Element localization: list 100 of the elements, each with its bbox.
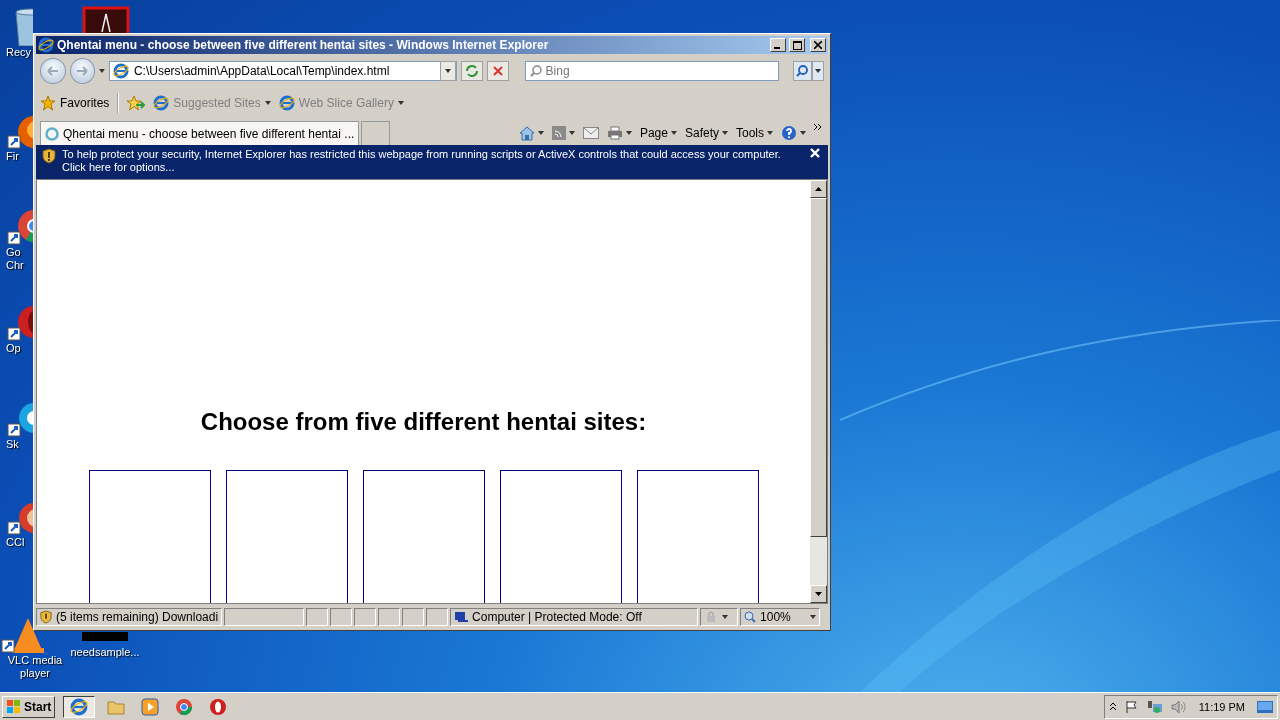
- scrollbar[interactable]: [810, 180, 827, 603]
- page-icon: [278, 95, 295, 111]
- start-button[interactable]: Start: [2, 695, 56, 718]
- down-arrow-icon: [815, 592, 822, 596]
- opera-icon: [209, 697, 228, 716]
- page-icon: [112, 63, 129, 79]
- security-info-bar[interactable]: To help protect your security, Internet Explorer has restricted this webpage from running scripts or ActiveX controls that could access your computer. Click here for options...: [36, 145, 828, 179]
- scroll-up-button[interactable]: [810, 180, 827, 198]
- status-panel: [354, 608, 377, 626]
- caret-icon: [800, 131, 806, 135]
- status-panel: [402, 608, 425, 626]
- clock[interactable]: 11:19 PM: [1198, 700, 1245, 713]
- chevron-up-icon[interactable]: [1108, 702, 1117, 711]
- help-button[interactable]: [781, 125, 806, 141]
- status-panel: [426, 608, 449, 626]
- forward-arrow-icon: [76, 66, 89, 76]
- caret-icon: [264, 101, 271, 105]
- window-title: Qhentai menu - choose between five different hentai sites - Windows Internet Explorer: [57, 38, 550, 52]
- info-bar-message: To help protect your security, Internet Explorer has restricted this webpage from running scripts or ActiveX controls that could access your computer. Click here for options...: [62, 148, 782, 174]
- caret-icon: [722, 131, 728, 135]
- envelope-icon: [582, 127, 599, 139]
- browser-icon: [70, 697, 89, 716]
- network-icon[interactable]: [1146, 699, 1163, 714]
- desktop-icon-label: player: [20, 667, 50, 680]
- close-button[interactable]: [810, 148, 822, 160]
- computer-icon: [454, 611, 469, 623]
- status-panel: [330, 608, 353, 626]
- stop-button[interactable]: [487, 61, 509, 81]
- zoom-button[interactable]: 100%: [740, 608, 821, 626]
- refresh-icon: [465, 65, 480, 77]
- browser-icon: [38, 37, 54, 53]
- desktop-icon-label: Recy: [6, 46, 32, 59]
- dropdown-button[interactable]: [440, 61, 457, 81]
- close-icon: [810, 148, 820, 158]
- page-heading: Choose from five different hentai sites:: [200, 408, 647, 436]
- close-icon: [814, 41, 822, 49]
- minimize-button[interactable]: [770, 38, 786, 52]
- zone-text: Computer | Protected Mode: Off: [472, 610, 642, 624]
- page-icon: [153, 95, 170, 111]
- shield-icon: [42, 148, 56, 164]
- caret-icon: [767, 131, 773, 135]
- desktop-icon-label: CCl: [6, 536, 25, 549]
- search-icon: [529, 65, 542, 77]
- command-menu[interactable]: Safety: [684, 126, 728, 140]
- status-text: (5 items remaining) Downloadi: [56, 610, 219, 624]
- desktop-icon-label: Fir: [6, 150, 19, 163]
- loading-icon: [45, 126, 59, 141]
- feeds-button[interactable]: [551, 126, 575, 140]
- back-arrow-icon: [46, 66, 59, 76]
- caret-icon: [810, 615, 817, 619]
- caret-icon: [722, 615, 729, 619]
- protected-mode-button[interactable]: [700, 608, 739, 626]
- caret-icon: [625, 131, 632, 135]
- desktop-icon-label: Chr: [6, 259, 24, 272]
- chevron-icon[interactable]: [814, 123, 822, 131]
- star-icon: [40, 95, 56, 111]
- command-menu[interactable]: Tools: [736, 126, 773, 140]
- close-button[interactable]: [810, 38, 826, 52]
- search-button[interactable]: [792, 61, 813, 81]
- mail-button[interactable]: [582, 127, 599, 139]
- scroll-thumb[interactable]: [810, 198, 827, 537]
- caret-icon: [397, 101, 404, 105]
- caret-icon: [568, 131, 575, 135]
- search-icon: [796, 65, 809, 77]
- status-panel: [378, 608, 401, 626]
- folder-icon: [107, 698, 126, 715]
- shield-icon: [40, 610, 52, 624]
- caret-icon: [670, 131, 677, 135]
- magnifier-icon: [744, 611, 757, 623]
- help-icon: [781, 125, 797, 141]
- flag-icon[interactable]: [1124, 699, 1139, 714]
- favorites-button[interactable]: Favorites: [40, 95, 110, 111]
- speaker-icon[interactable]: [1170, 699, 1187, 714]
- maximize-icon: [792, 40, 802, 50]
- desktop-icon-label: Op: [6, 342, 21, 355]
- scroll-down-button[interactable]: [810, 585, 827, 603]
- desktop-icon-label: VLC media: [7, 654, 63, 667]
- home-button[interactable]: [518, 125, 544, 141]
- show-desktop-icon[interactable]: [1257, 700, 1273, 713]
- command-menu[interactable]: Page: [639, 126, 677, 140]
- browser-tab[interactable]: Qhentai menu - choose between five different hentai ...: [40, 121, 360, 145]
- address-field[interactable]: C:\Users\admin\AppData\Local\Temp\index.html: [108, 61, 458, 81]
- taskbar-app-button[interactable]: [63, 695, 96, 718]
- search-options-button[interactable]: [812, 61, 824, 81]
- history-caret-icon: [99, 69, 105, 73]
- desktop-icon-label: needsample...: [70, 646, 140, 659]
- caret-icon: [537, 131, 544, 135]
- maximize-button[interactable]: [789, 38, 805, 52]
- windows-logo-icon: [6, 698, 22, 715]
- print-button[interactable]: [606, 126, 632, 140]
- desktop-icon-label: Go: [6, 246, 21, 259]
- home-icon: [518, 125, 535, 141]
- printer-icon: [606, 126, 623, 140]
- caret-icon: [815, 69, 822, 73]
- caret-icon: [445, 69, 452, 73]
- up-arrow-icon: [815, 187, 822, 191]
- feed-icon: [551, 126, 566, 140]
- search-field[interactable]: Bing: [524, 61, 779, 81]
- chrome-icon: [175, 697, 194, 716]
- stop-icon: [492, 66, 503, 76]
